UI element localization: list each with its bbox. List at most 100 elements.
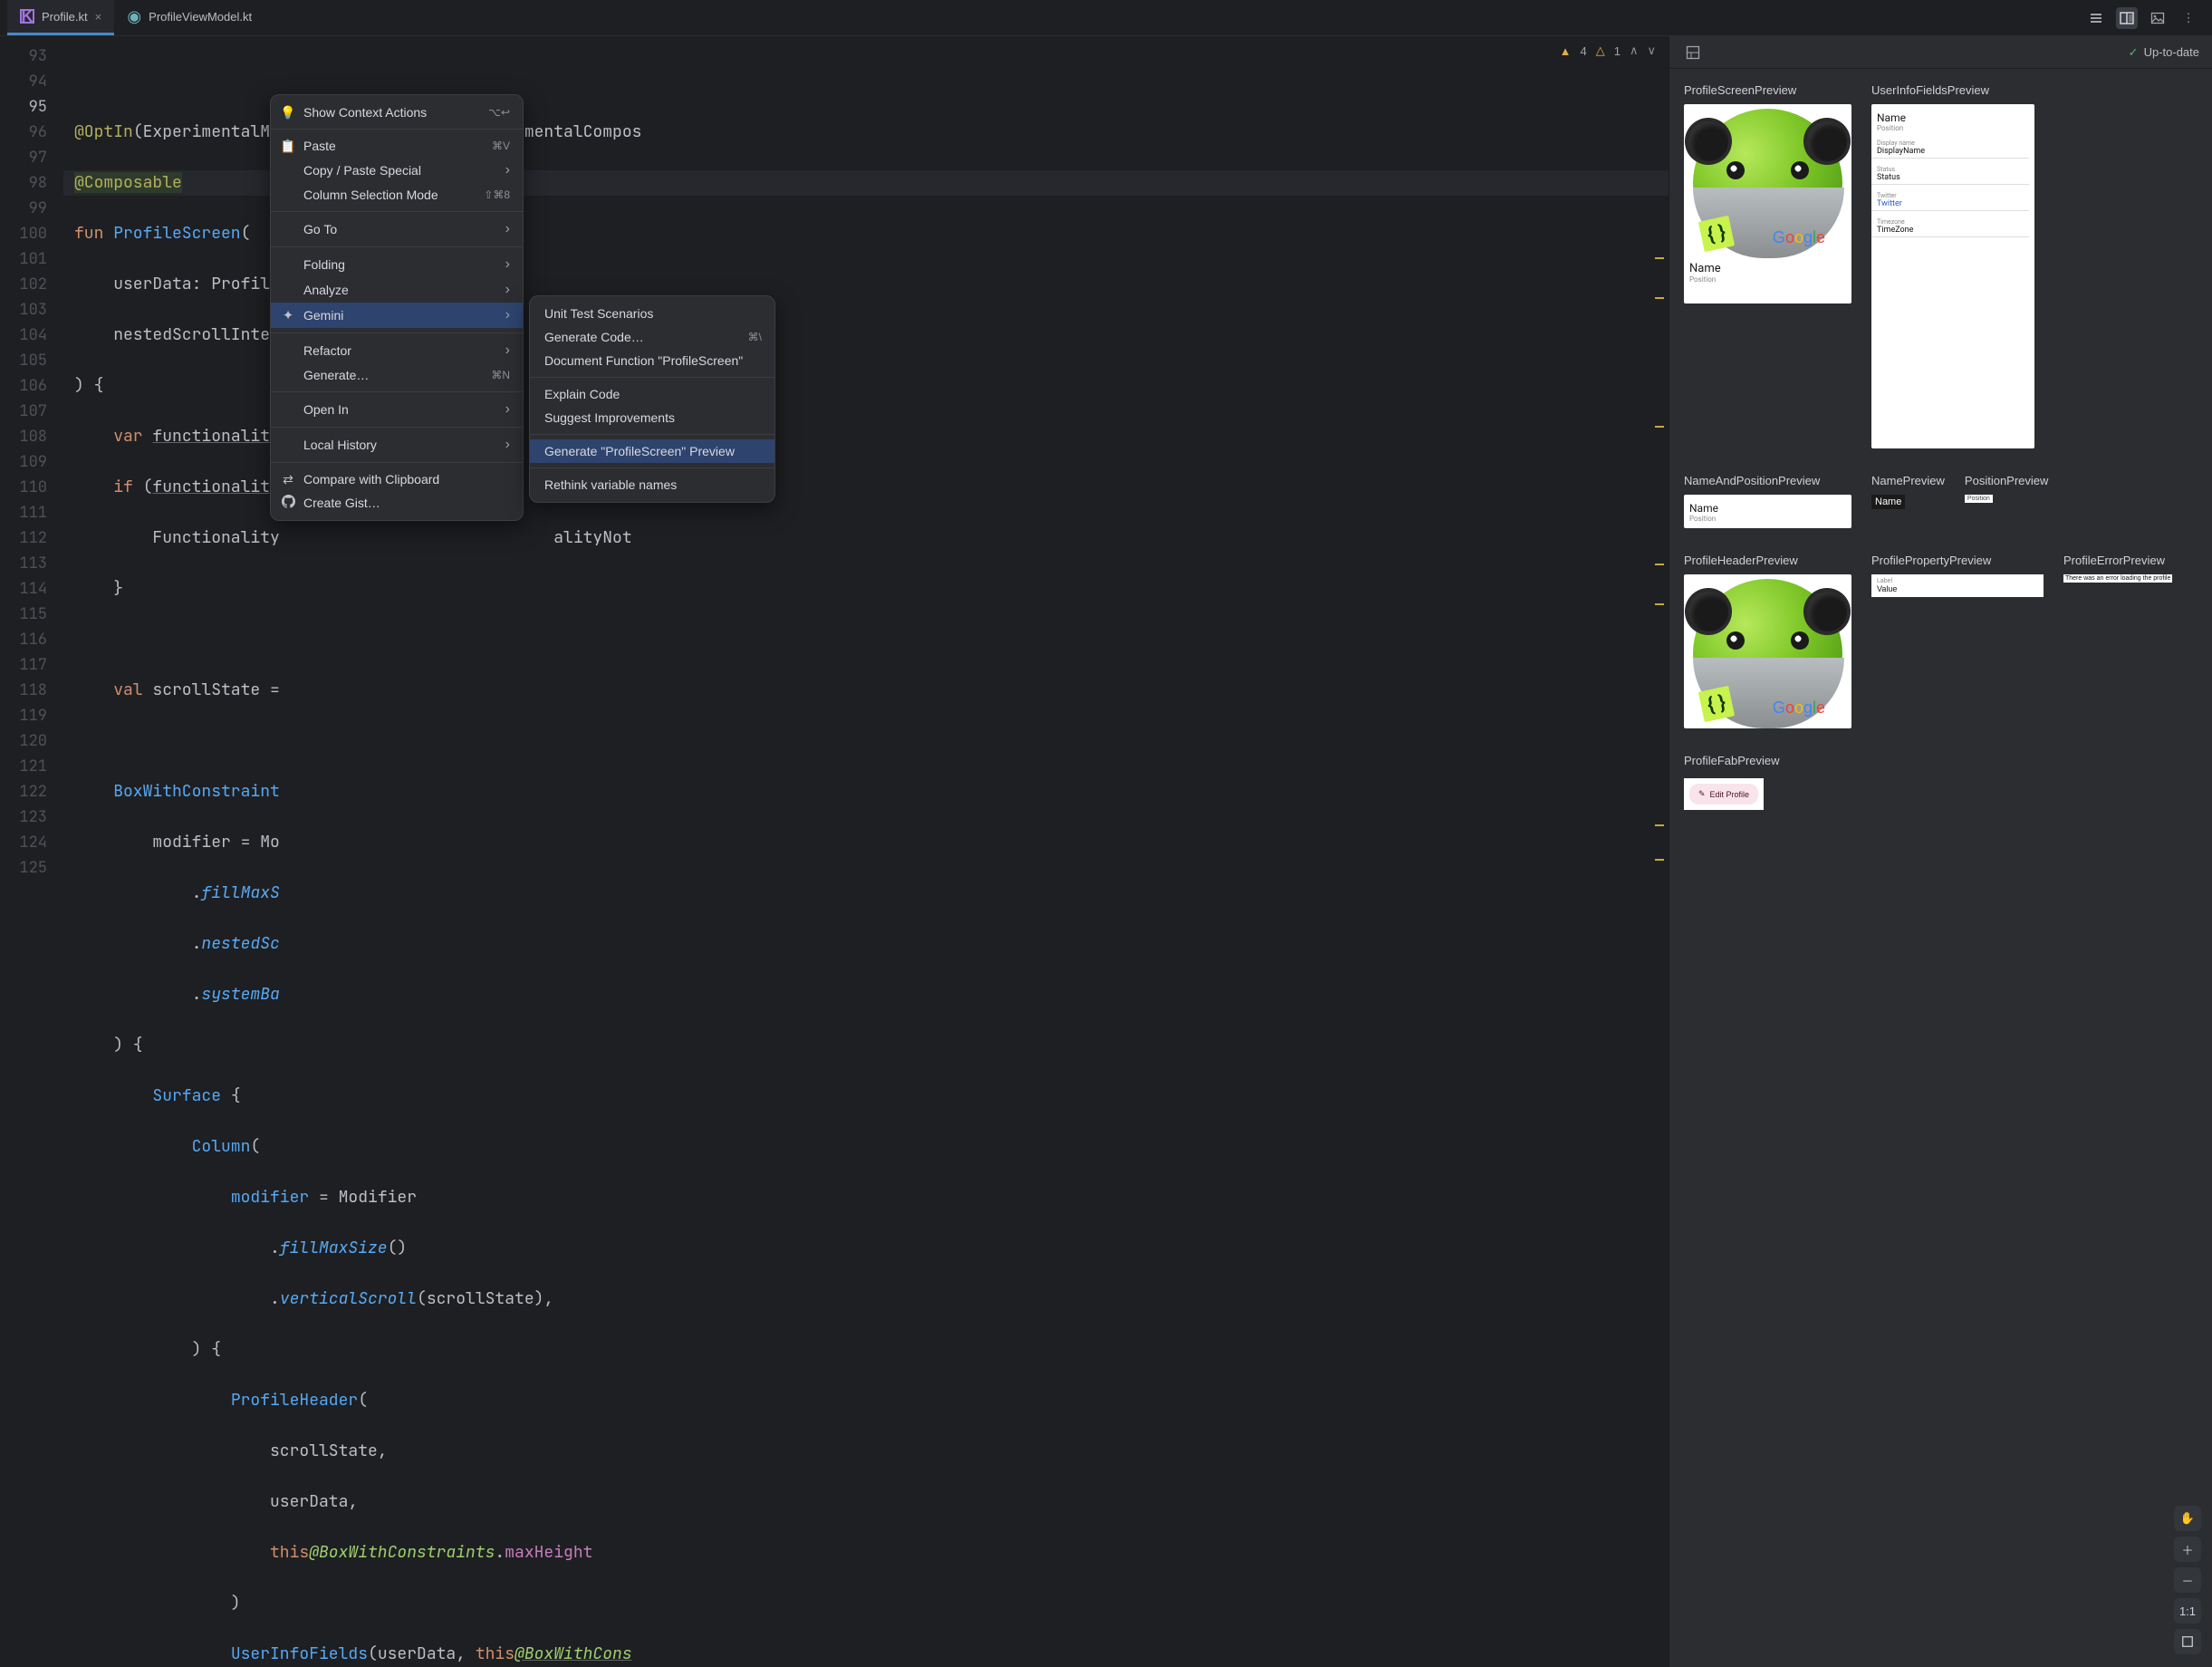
menu-analyze[interactable]: Analyze	[271, 277, 523, 303]
preview-card[interactable]: Position	[1965, 495, 1993, 503]
code-line: ProfileHeader(	[63, 1388, 1669, 1413]
menu-column-selection[interactable]: Column Selection Mode ⇧⌘8	[271, 183, 523, 207]
menu-generate-preview[interactable]: Generate "ProfileScreen" Preview	[530, 439, 774, 463]
preview-header: ✓ Up-to-date	[1669, 36, 2212, 69]
preview-card[interactable]: { } Google	[1684, 574, 1851, 728]
editor-top-actions: ⋮	[2085, 0, 2212, 36]
kotlin-file-icon: K	[20, 9, 34, 24]
gutter: 9394959697989910010110210310410510610710…	[0, 36, 63, 1667]
code-line: scrollState,	[63, 1439, 1669, 1464]
code-line: this@BoxWithConstraints.maxHeight	[63, 1540, 1669, 1566]
gemini-submenu: Unit Test Scenarios Generate Code… ⌘\ Do…	[529, 295, 775, 503]
preview-label: ProfileHeaderPreview	[1684, 554, 1851, 567]
code-line: modifier = Mo	[63, 830, 1669, 855]
preview-card[interactable]: Label Value	[1871, 574, 2044, 597]
menu-unit-test[interactable]: Unit Test Scenarios	[530, 302, 774, 325]
tab-label: Profile.kt	[42, 10, 88, 24]
inspection-bar[interactable]: ▲ 4 △ 1 ∧ ∨	[1560, 43, 1656, 58]
code-line: .nestedSc	[63, 931, 1669, 957]
zoom-reset[interactable]: 1:1	[2174, 1598, 2201, 1624]
more-icon[interactable]: ⋮	[2178, 7, 2199, 29]
layout-grid-icon[interactable]	[1682, 42, 1704, 63]
weak-warning-count: 1	[1614, 44, 1621, 58]
check-icon: ✓	[2129, 45, 2139, 60]
warning-count: 4	[1581, 44, 1587, 58]
code-line: userData,	[63, 1489, 1669, 1515]
menu-generate-code[interactable]: Generate Code… ⌘\	[530, 325, 774, 349]
weak-warning-icon: △	[1596, 43, 1605, 58]
menu-open-in[interactable]: Open In	[271, 397, 523, 422]
preview-card[interactable]: There was an error loading the profile	[2063, 574, 2172, 583]
menu-explain-code[interactable]: Explain Code	[530, 382, 774, 406]
tab-bar: K Profile.kt × ◉ ProfileViewModel.kt	[0, 0, 2212, 36]
menu-go-to[interactable]: Go To	[271, 217, 523, 242]
code-line	[63, 728, 1669, 754]
menu-local-history[interactable]: Local History	[271, 432, 523, 458]
preview-label: NamePreview	[1871, 474, 1945, 487]
preview-label: PositionPreview	[1965, 474, 2049, 487]
preview-label: ProfileScreenPreview	[1684, 83, 1851, 97]
split-view-icon[interactable]	[2116, 7, 2138, 29]
fit-screen-icon[interactable]	[2174, 1629, 2201, 1654]
preview-pane: ✓ Up-to-date ProfileScreenPreview { }	[1669, 36, 2212, 1667]
status-text: Up-to-date	[2144, 45, 2199, 59]
preview-card[interactable]: ✎Edit Profile	[1684, 778, 1764, 810]
list-view-icon[interactable]	[2085, 7, 2107, 29]
preview-card[interactable]: { } Google Name Position	[1684, 104, 1851, 304]
code-line: )	[63, 1591, 1669, 1616]
name-label: Name	[1684, 258, 1851, 275]
avatar-icon: { } Google	[1688, 109, 1847, 258]
editor-pane: ▲ 4 △ 1 ∧ ∨ 9394959697989910010110210310…	[0, 36, 1669, 1667]
code-line	[63, 69, 1669, 94]
menu-gemini[interactable]: ✦ Gemini	[271, 303, 523, 328]
code-line: .fillMaxS	[63, 881, 1669, 906]
warning-icon: ▲	[1560, 44, 1572, 58]
code-line: .fillMaxSize()	[63, 1236, 1669, 1261]
menu-refactor[interactable]: Refactor	[271, 338, 523, 363]
minimap[interactable]	[1658, 72, 1667, 1667]
preview-card[interactable]: Name Position	[1684, 495, 1851, 528]
code-line: val scrollState =	[63, 678, 1669, 703]
next-highlight-icon[interactable]: ∨	[1647, 43, 1656, 58]
github-icon	[280, 495, 296, 511]
compose-file-icon: ◉	[127, 9, 141, 24]
pan-icon[interactable]: ✋	[2174, 1506, 2201, 1531]
menu-create-gist[interactable]: Create Gist…	[271, 491, 523, 515]
close-icon[interactable]: ×	[95, 10, 102, 24]
context-menu: 💡 Show Context Actions ⌥↩ 📋 Paste ⌘V Cop…	[270, 94, 524, 521]
menu-generate[interactable]: Generate… ⌘N	[271, 363, 523, 387]
tab-profile-kt[interactable]: K Profile.kt ×	[7, 0, 114, 35]
zoom-out-icon[interactable]: －	[2174, 1567, 2201, 1593]
clipboard-icon: 📋	[280, 139, 296, 154]
menu-suggest-improvements[interactable]: Suggest Improvements	[530, 406, 774, 429]
preview-label: UserInfoFieldsPreview	[1871, 83, 2034, 97]
preview-card[interactable]: Name Position Display name DisplayName S…	[1871, 104, 2034, 448]
image-view-icon[interactable]	[2147, 7, 2169, 29]
code-line: ) {	[63, 1337, 1669, 1363]
menu-compare-clipboard[interactable]: ⇄ Compare with Clipboard	[271, 467, 523, 491]
code-line: ) {	[63, 1033, 1669, 1058]
pencil-icon: ✎	[1698, 789, 1706, 799]
code-line: UserInfoFields(userData, this@BoxWithCon…	[63, 1642, 1669, 1667]
tab-label: ProfileViewModel.kt	[149, 10, 252, 24]
code-line: Column(	[63, 1134, 1669, 1160]
preview-card[interactable]: Name	[1871, 495, 1905, 509]
preview-label: ProfilePropertyPreview	[1871, 554, 2044, 567]
menu-show-context-actions[interactable]: 💡 Show Context Actions ⌥↩	[271, 101, 523, 124]
avatar-icon: { } Google	[1688, 579, 1847, 728]
preview-label: ProfileErrorPreview	[2063, 554, 2172, 567]
prev-highlight-icon[interactable]: ∧	[1630, 43, 1639, 58]
code-line: Functionality alityNot	[63, 525, 1669, 551]
tab-profileviewmodel-kt[interactable]: ◉ ProfileViewModel.kt	[114, 0, 264, 35]
zoom-in-icon[interactable]: ＋	[2174, 1537, 2201, 1562]
menu-copy-paste-special[interactable]: Copy / Paste Special	[271, 158, 523, 183]
preview-label: ProfileFabPreview	[1684, 754, 1780, 767]
menu-rethink-names[interactable]: Rethink variable names	[530, 473, 774, 496]
code-line: modifier = Modifier	[63, 1185, 1669, 1210]
code-line: .verticalScroll(scrollState),	[63, 1286, 1669, 1312]
preview-body[interactable]: ProfileScreenPreview { } Google Name Pos…	[1669, 69, 2212, 1667]
code-line: BoxWithConstraint	[63, 779, 1669, 805]
menu-document-function[interactable]: Document Function "ProfileScreen"	[530, 349, 774, 372]
menu-paste[interactable]: 📋 Paste ⌘V	[271, 134, 523, 158]
menu-folding[interactable]: Folding	[271, 252, 523, 277]
